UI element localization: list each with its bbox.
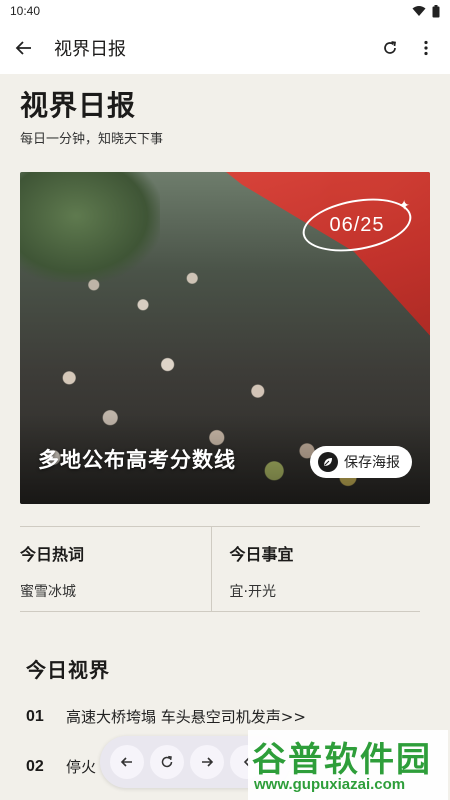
arrow-right-icon [202,757,214,767]
browser-reload-button[interactable] [150,745,184,779]
hot-word-cell: 今日热词 蜜雪冰城 [20,527,211,611]
app-bar: 视界日报 [0,22,450,74]
date-text: 06/25 [329,213,385,236]
daily-advice-label: 今日事宜 [229,545,294,564]
news-title: 停火 [66,758,97,776]
date-badge: ✦ 06/25 [298,190,416,260]
content: 视界日报 每日一分钟，知晓天下事 ✦ 06/25 多地公布高考分数线 保存海报 … [0,74,450,800]
page-title: 视界日报 [20,89,137,122]
news-item[interactable]: 01 高速大桥垮塌 车头悬空司机发声>> [26,706,426,727]
hot-word-label: 今日热词 [20,545,85,564]
refresh-button[interactable] [374,32,406,64]
browser-back-button[interactable] [110,745,144,779]
leaf-icon [318,452,338,472]
hot-word-value: 蜜雪冰城 [20,584,76,600]
status-time: 10:40 [10,4,41,18]
watermark-logo-text: 谷普软件园 [252,740,432,780]
watermark: 谷普软件园 www.gupuxiazai.com [248,730,448,800]
daily-advice-cell: 今日事宜 宜·开光 [210,527,421,611]
news-title: 高速大桥垮塌 车头悬空司机发声>> [66,708,306,726]
status-icons [412,4,440,18]
hero-headline: 多地公布高考分数线 [38,448,236,472]
news-number: 01 [26,707,44,725]
daily-advice-value: 宜·开光 [229,584,276,600]
browser-forward-button[interactable] [190,745,224,779]
hero-image: ✦ 06/25 多地公布高考分数线 保存海报 [20,172,430,504]
page-subtitle: 每日一分钟，知晓天下事 [20,132,164,147]
app-bar-title: 视界日报 [54,39,126,60]
refresh-icon [161,755,173,768]
arrow-left-icon [120,757,132,767]
save-poster-label: 保存海报 [344,455,400,471]
status-bar: 10:40 [0,0,450,22]
arrow-left-icon [15,41,31,55]
watermark-url: www.gupuxiazai.com [254,776,406,793]
refresh-icon [384,41,396,54]
wifi-icon [412,6,426,16]
battery-icon [432,4,440,17]
save-poster-button[interactable]: 保存海报 [310,446,412,478]
sparkle-icon: ✦ [398,198,410,214]
back-button[interactable] [8,32,40,64]
section-title: 今日视界 [26,658,110,682]
more-button[interactable] [410,32,442,64]
news-number: 02 [26,757,44,775]
more-vert-icon [424,40,428,56]
info-grid: 今日热词 蜜雪冰城 今日事宜 宜·开光 [20,526,420,612]
